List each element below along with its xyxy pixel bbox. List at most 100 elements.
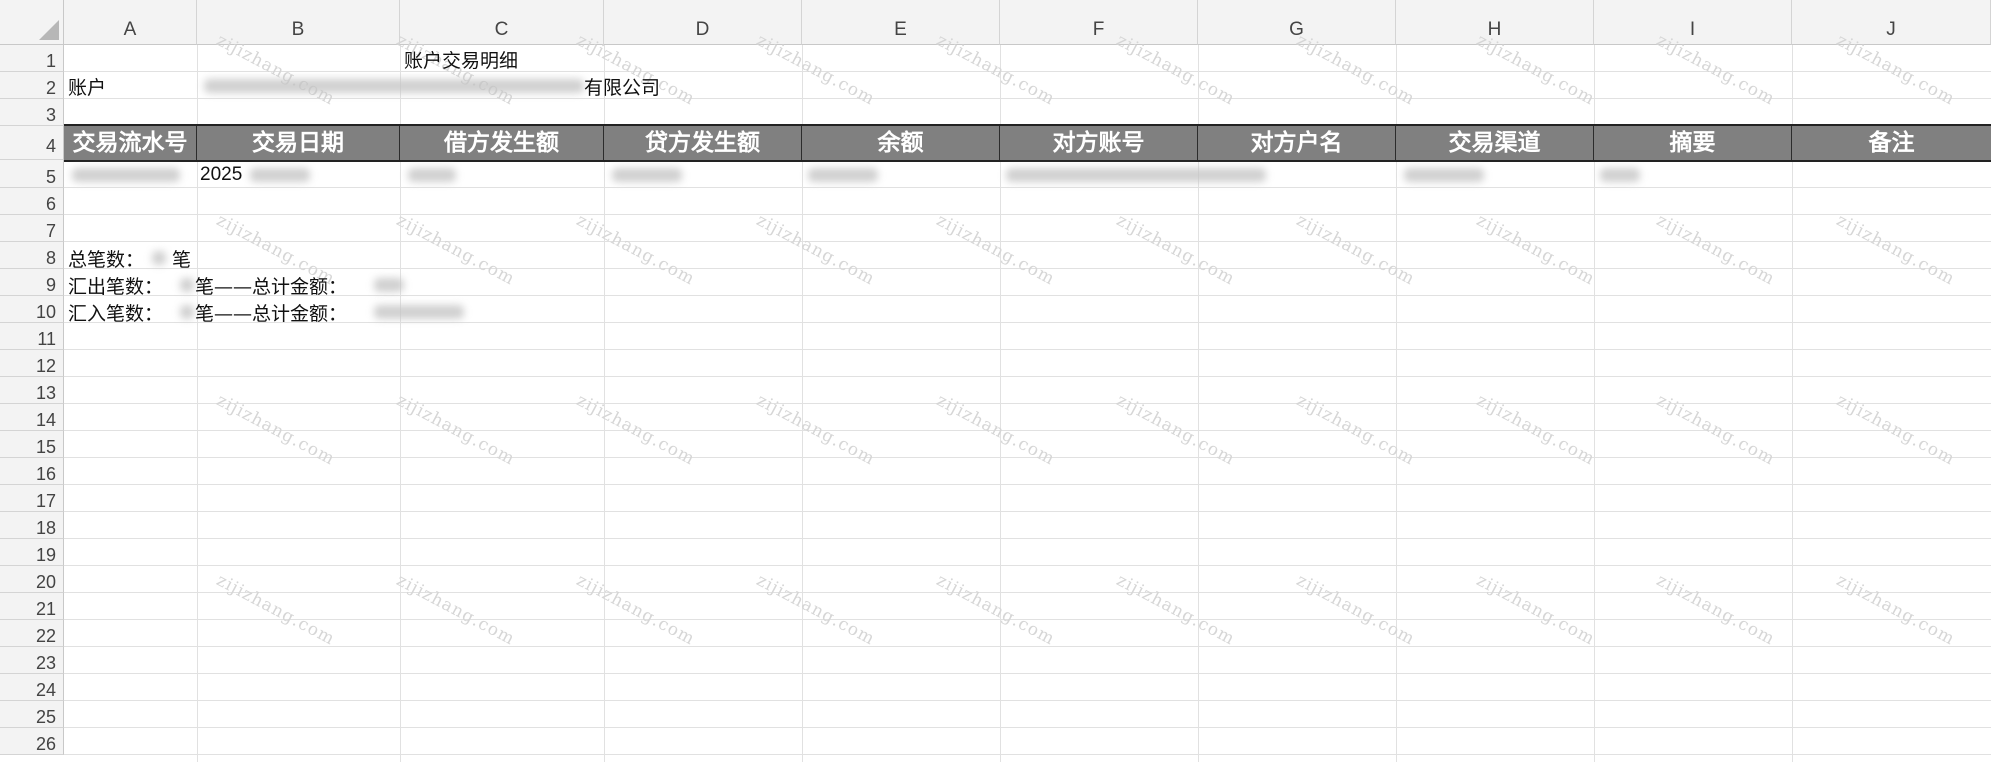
watermark-text: zijizhang.com: [1832, 210, 1959, 290]
watermark-text: zijizhang.com: [212, 570, 339, 650]
grid-line: [64, 538, 1991, 539]
row-header-9[interactable]: 9: [0, 269, 64, 296]
row-header-25[interactable]: 25: [0, 701, 64, 728]
watermark-text: zijizhang.com: [932, 570, 1059, 650]
header-transaction-id[interactable]: 交易流水号: [64, 126, 197, 160]
outgoing-count-label[interactable]: 汇出笔数：: [68, 272, 163, 299]
incoming-count-label[interactable]: 汇入笔数：: [68, 299, 163, 326]
row-header-20[interactable]: 20: [0, 566, 64, 593]
watermark-text: zijizhang.com: [752, 570, 879, 650]
header-remarks[interactable]: 备注: [1792, 126, 1991, 160]
row-header-2[interactable]: 2: [0, 72, 64, 99]
redacted-balance: [808, 168, 878, 182]
grid-line: [64, 754, 1991, 755]
redacted-credit: [612, 168, 682, 182]
grid-line: [64, 187, 1991, 188]
redacted-date-rest: [250, 168, 310, 182]
header-summary[interactable]: 摘要: [1594, 126, 1792, 160]
grid-line: [64, 484, 1991, 485]
row-header-24[interactable]: 24: [0, 674, 64, 701]
grid-line: [64, 673, 1991, 674]
select-all-corner[interactable]: [0, 0, 64, 45]
row-header-17[interactable]: 17: [0, 485, 64, 512]
column-header-a[interactable]: A: [64, 0, 197, 45]
row-header-13[interactable]: 13: [0, 377, 64, 404]
grid-line: [64, 565, 1991, 566]
grid-line: [64, 646, 1991, 647]
watermark-text: zijizhang.com: [1652, 570, 1779, 650]
grid-line: [64, 295, 1991, 296]
grid-line: [64, 511, 1991, 512]
redacted-outgoing-count: [180, 278, 194, 292]
row-header-22[interactable]: 22: [0, 620, 64, 647]
redacted-counterparty: [1006, 168, 1266, 182]
total-count-label[interactable]: 总笔数：: [68, 245, 144, 272]
watermark-text: zijizhang.com: [1112, 210, 1239, 290]
row-header-4[interactable]: 4: [0, 126, 64, 160]
incoming-amount-label: 笔——总计金额：: [195, 303, 348, 325]
column-header-f[interactable]: F: [1000, 0, 1198, 45]
watermark-text: zijizhang.com: [932, 210, 1059, 290]
header-transaction-date[interactable]: 交易日期: [197, 126, 400, 160]
watermark-text: zijizhang.com: [1832, 570, 1959, 650]
redacted-summary: [1600, 168, 1640, 182]
grid-line: [64, 376, 1991, 377]
grid-line: [64, 322, 1991, 323]
watermark-text: zijizhang.com: [1112, 570, 1239, 650]
grid-line: [64, 727, 1991, 728]
header-credit-amount[interactable]: 贷方发生额: [604, 126, 802, 160]
watermark-text: zijizhang.com: [752, 210, 879, 290]
watermark-text: zijizhang.com: [572, 570, 699, 650]
header-debit-amount[interactable]: 借方发生额: [400, 126, 604, 160]
header-balance[interactable]: 余额: [802, 126, 1000, 160]
redacted-incoming-count: [180, 305, 194, 319]
redacted-debit: [408, 168, 456, 182]
row-header-12[interactable]: 12: [0, 350, 64, 377]
watermark-text: zijizhang.com: [1472, 570, 1599, 650]
row-header-1[interactable]: 1: [0, 45, 64, 72]
row-header-8[interactable]: 8: [0, 242, 64, 269]
watermark-text: zijizhang.com: [572, 210, 699, 290]
company-suffix[interactable]: 有限公司: [584, 73, 660, 100]
row-header-21[interactable]: 21: [0, 593, 64, 620]
watermark-text: zijizhang.com: [1292, 570, 1419, 650]
header-counterparty-name[interactable]: 对方户名: [1198, 126, 1396, 160]
row-header-16[interactable]: 16: [0, 458, 64, 485]
redacted-incoming-amount: [374, 305, 464, 319]
spreadsheet-grid: A B C D E F G H I J 1 2 3 4 5 6 7 8 9 10 11 12 13 14 1…: [0, 0, 1991, 762]
row-header-19[interactable]: 19: [0, 539, 64, 566]
redacted-account-number: [204, 79, 584, 93]
redacted-channel: [1404, 168, 1484, 182]
total-count-unit: 笔: [172, 249, 192, 271]
redacted-outgoing-amount: [374, 278, 404, 292]
column-header-i[interactable]: I: [1594, 0, 1792, 45]
row-header-23[interactable]: 23: [0, 647, 64, 674]
grid-line: [64, 403, 1991, 404]
account-label[interactable]: 账户: [68, 73, 106, 100]
row-header-15[interactable]: 15: [0, 431, 64, 458]
header-channel[interactable]: 交易渠道: [1396, 126, 1594, 160]
select-all-icon: [39, 20, 59, 40]
header-counterparty-account[interactable]: 对方账号: [1000, 126, 1198, 160]
row-header-11[interactable]: 11: [0, 323, 64, 350]
row-header-6[interactable]: 6: [0, 188, 64, 215]
grid-line: [64, 349, 1991, 350]
row-header-5[interactable]: 5: [0, 160, 64, 188]
transaction-date-cell[interactable]: 2025: [200, 164, 242, 186]
column-header-c[interactable]: C: [400, 0, 604, 45]
sheet-title[interactable]: 账户交易明细: [404, 46, 518, 73]
row-header-7[interactable]: 7: [0, 215, 64, 242]
grid-line: [64, 214, 1991, 215]
row-header-14[interactable]: 14: [0, 404, 64, 431]
row-header-10[interactable]: 10: [0, 296, 64, 323]
outgoing-amount-label: 笔——总计金额：: [195, 276, 348, 298]
watermark-text: zijizhang.com: [1652, 210, 1779, 290]
column-header-j[interactable]: J: [1792, 0, 1991, 45]
row-header-18[interactable]: 18: [0, 512, 64, 539]
row-header-3[interactable]: 3: [0, 99, 64, 126]
redacted-total-count: [152, 251, 166, 265]
redacted-transaction-id: [72, 168, 180, 182]
row-header-26[interactable]: 26: [0, 728, 64, 755]
grid-line: [64, 700, 1991, 701]
column-header-e[interactable]: E: [802, 0, 1000, 45]
